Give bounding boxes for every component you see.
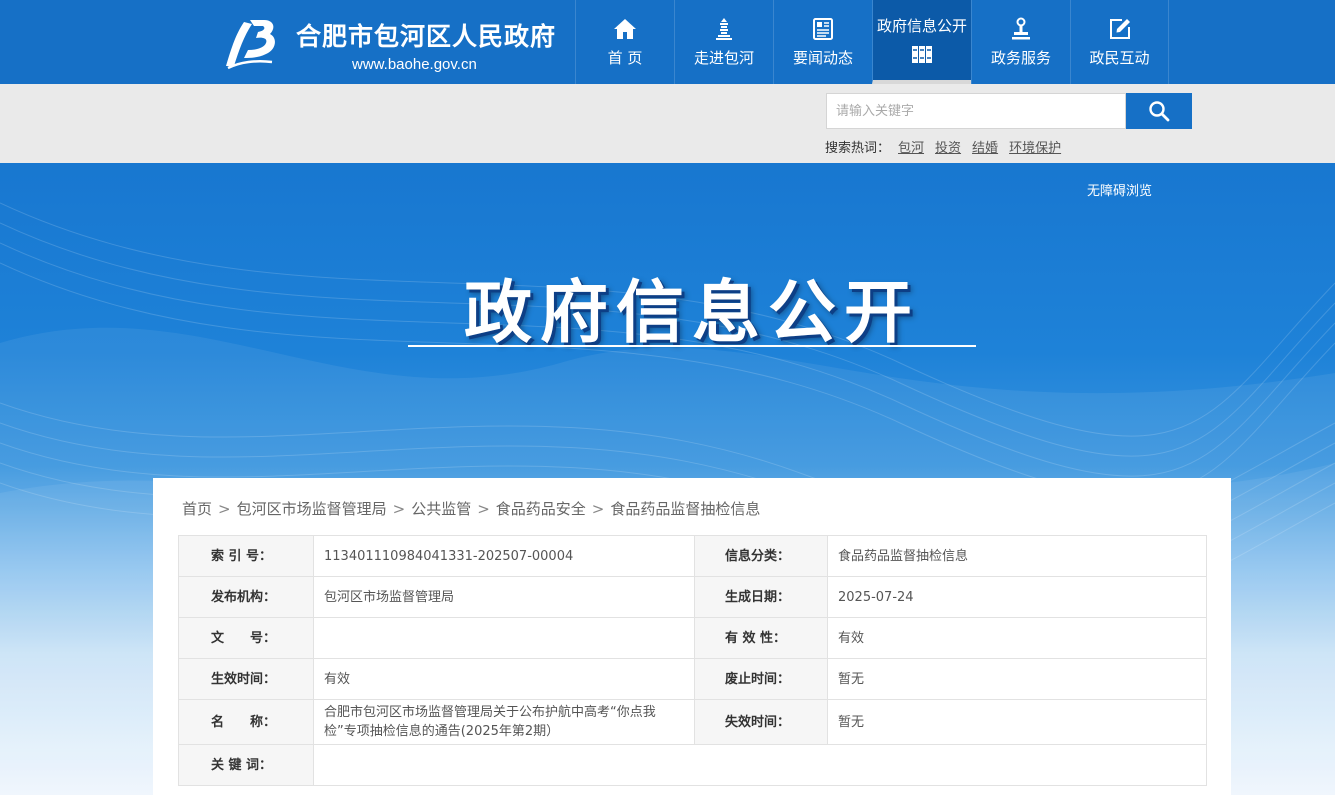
hot-word-link[interactable]: 环境保护 [1009, 141, 1061, 156]
breadcrumb-separator: > [218, 500, 231, 518]
date-label: 生成日期： [694, 576, 828, 618]
breadcrumb-separator: > [477, 500, 490, 518]
main-nav: 首 页 走进包河 要闻动态 政府信息公开 政务服务 政民互动 [575, 0, 1169, 84]
table-row: 文 号： 有 效 性： 有效 [178, 617, 1207, 659]
news-icon [813, 17, 833, 40]
search-input[interactable] [826, 93, 1126, 129]
nav-gov-info[interactable]: 政府信息公开 [872, 0, 971, 84]
nav-services-label: 政务服务 [990, 48, 1051, 67]
search-bar-area: 搜索热词： 包河投资结婚环境保护 [0, 84, 1335, 163]
nav-gov-info-label: 政府信息公开 [876, 16, 967, 35]
breadcrumb-separator: > [591, 500, 605, 518]
nav-home-label: 首 页 [607, 48, 643, 67]
home-icon [614, 18, 636, 39]
nav-about-label: 走进包河 [693, 48, 754, 67]
nav-news[interactable]: 要闻动态 [773, 0, 872, 84]
table-row: 发布机构： 包河区市场监督管理局 生成日期： 2025-07-24 [178, 576, 1207, 618]
category-label: 信息分类： [694, 535, 828, 577]
hot-word-link[interactable]: 包河 [898, 141, 924, 156]
edit-icon [1109, 18, 1130, 39]
date-value: 2025-07-24 [827, 576, 1207, 618]
docno-label: 文 号： [178, 617, 314, 659]
publisher-value: 包河区市场监督管理局 [313, 576, 695, 618]
index-label: 索 引 号： [178, 535, 314, 577]
breadcrumb-item[interactable]: 食品药品安全 [496, 500, 586, 518]
nav-about-baohe[interactable]: 走进包河 [674, 0, 773, 84]
table-row: 生效时间： 有效 废止时间： 暂无 [178, 658, 1207, 700]
effective-label: 生效时间： [178, 658, 314, 700]
abolish-value: 暂无 [827, 658, 1207, 700]
nav-interaction-label: 政民互动 [1089, 48, 1150, 67]
expire-label: 失效时间： [694, 699, 828, 745]
banner-underline [408, 345, 976, 347]
breadcrumb-item[interactable]: 首页 [182, 500, 212, 518]
breadcrumb-item[interactable]: 食品药品监督抽检信息 [610, 500, 760, 518]
tower-icon [716, 17, 732, 40]
nav-news-label: 要闻动态 [792, 48, 853, 67]
site-url[interactable]: www.baohe.gov.cn [352, 56, 477, 73]
hot-word-link[interactable]: 投资 [935, 141, 961, 156]
baohe-logo-icon[interactable] [222, 16, 282, 72]
validity-label: 有 效 性： [694, 617, 828, 659]
search-icon [1149, 101, 1170, 122]
accessible-browse-link[interactable]: 无障碍浏览 [1087, 180, 1152, 199]
category-value: 食品药品监督抽检信息 [827, 535, 1207, 577]
hot-words: 搜索热词： 包河 投资 结婚 环境保护 [825, 137, 1064, 156]
name-value: 合肥市包河区市场监督管理局关于公布护航中高考“你点我检”专项抽检信息的通告(20… [313, 699, 695, 745]
hot-word-link[interactable]: 结婚 [972, 141, 998, 156]
publisher-label: 发布机构： [178, 576, 314, 618]
expire-value: 暂无 [827, 699, 1207, 745]
table-row: 名 称： 合肥市包河区市场监督管理局关于公布护航中高考“你点我检”专项抽检信息的… [178, 699, 1207, 745]
nav-interaction[interactable]: 政民互动 [1070, 0, 1169, 84]
stamp-icon [1012, 17, 1030, 39]
content-card: 首页 > 包河区市场监督管理局 > 公共监管 > 食品药品安全 > 食品药品监督抽检信息 索 引… [153, 478, 1231, 795]
table-row: 索 引 号： 113401110984041331-202507-00004 信… [178, 535, 1207, 577]
name-label: 名 称： [178, 699, 314, 745]
banner-title: 政府信息公开 [463, 274, 920, 353]
table-row: 关 键 词： [178, 744, 1207, 786]
effective-value: 有效 [313, 658, 695, 700]
breadcrumb-separator: > [392, 500, 406, 518]
validity-value: 有效 [827, 617, 1207, 659]
breadcrumb: 首页 > 包河区市场监督管理局 > 公共监管 > 食品药品安全 > 食品药品监督抽检信息 [182, 498, 760, 519]
breadcrumb-item[interactable]: 公共监管 [411, 500, 471, 518]
books-icon [912, 45, 932, 63]
index-value: 113401110984041331-202507-00004 [313, 535, 695, 577]
site-header: 合肥市包河区人民政府 www.baohe.gov.cn 首 页 走进包河 要闻动… [0, 0, 1335, 84]
keywords-value [313, 744, 1207, 786]
keywords-label: 关 键 词： [178, 744, 314, 786]
site-title[interactable]: 合肥市包河区人民政府 [296, 17, 556, 53]
docno-value [313, 617, 695, 659]
abolish-label: 废止时间： [694, 658, 828, 700]
info-table: 索 引 号： 113401110984041331-202507-00004 信… [178, 535, 1207, 786]
hot-words-label: 搜索热词： [825, 141, 891, 156]
breadcrumb-item[interactable]: 包河区市场监督管理局 [237, 500, 387, 518]
nav-services[interactable]: 政务服务 [971, 0, 1070, 84]
search-button[interactable] [1126, 93, 1192, 129]
nav-home[interactable]: 首 页 [575, 0, 674, 84]
